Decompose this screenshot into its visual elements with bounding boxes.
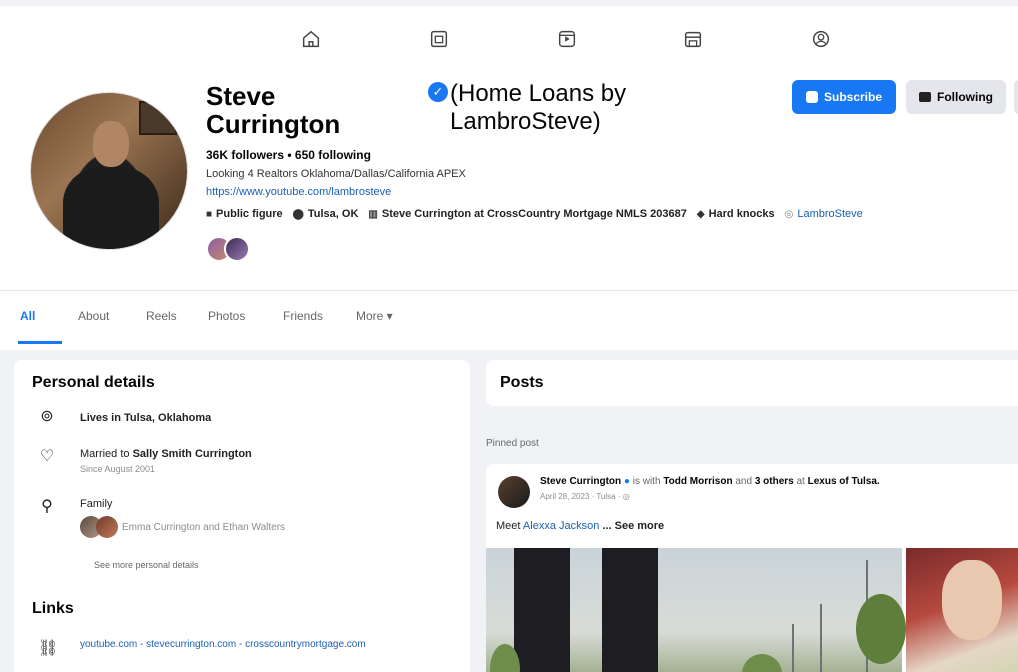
following-icon: [919, 92, 931, 102]
meta-location-text: Tulsa, OK: [307, 208, 359, 220]
location-pin-icon: ⬤: [292, 208, 304, 220]
meta-instagram[interactable]: ◎ LambroSteve: [785, 208, 863, 220]
meta-category-text: Public figure: [216, 208, 283, 220]
meta-work-text: Steve Currington at CrossCountry Mortgag…: [381, 208, 687, 220]
family-avatar-2[interactable]: [96, 516, 118, 538]
subscribe-label: Subscribe: [823, 90, 883, 104]
posts-title: Posts: [500, 374, 544, 391]
post-author-avatar[interactable]: [498, 476, 530, 508]
graduation-cap-icon: ◆: [696, 208, 705, 220]
post-others-link[interactable]: 3 others: [755, 476, 794, 487]
posts-header-card: Posts: [486, 360, 1018, 406]
globe-icon: ◎: [622, 492, 630, 501]
avatar-head: [93, 121, 129, 167]
location-icon: ⊚: [40, 408, 54, 425]
follower-stats[interactable]: 36K followers • 650 following: [206, 148, 371, 162]
photo-person-face: [942, 560, 1002, 640]
tab-reels[interactable]: Reels: [146, 309, 177, 323]
family-label: Family: [80, 498, 113, 510]
post-body-text: Meet Alexxa Jackson ... See more: [496, 520, 664, 532]
top-navigation-bar: [0, 0, 1018, 62]
subscribe-icon: [805, 91, 818, 103]
marketplace-icon[interactable]: [678, 24, 708, 54]
photo-lamp-pole-2: [820, 604, 822, 672]
post-text-prefix: Meet: [496, 520, 521, 532]
pinned-post-card: Steve Currington ● is with Todd Morrison…: [486, 464, 1018, 672]
avatar-background-frame: [139, 101, 177, 135]
post-mention-link[interactable]: Alexxa Jackson: [523, 520, 599, 532]
personal-details-title: Personal details: [32, 374, 155, 391]
meta-school-text: Hard knocks: [708, 208, 775, 220]
profile-website-link[interactable]: https://www.youtube.com/lambrosteve: [206, 186, 391, 198]
video-icon[interactable]: [552, 24, 582, 54]
post-date[interactable]: April 28, 2023 · Tulsa · ◎: [540, 492, 630, 501]
meta-school: ◆ Hard knocks: [697, 208, 775, 220]
instagram-icon: ◎: [784, 208, 794, 220]
links-list[interactable]: youtube.com - stevecurrington.com - cros…: [80, 638, 380, 652]
lives-in-text: Lives in Tulsa, Oklahoma: [80, 412, 212, 424]
following-label: Following: [937, 90, 993, 104]
family-icon: ⚲: [41, 498, 53, 515]
meta-location: ⬤ Tulsa, OK: [293, 208, 359, 220]
more-options-button[interactable]: [1014, 80, 1018, 114]
link-icon: ⛓: [38, 640, 59, 657]
tab-photos[interactable]: Photos: [208, 309, 245, 323]
meta-work: ▥ Steve Currington at CrossCountry Mortga…: [368, 208, 686, 220]
profile-bio: Looking 4 Realtors Oklahoma/Dallas/Calif…: [206, 168, 466, 180]
mutual-friends-avatars[interactable]: [206, 236, 250, 262]
post-place-link[interactable]: Lexus of Tulsa.: [808, 476, 880, 487]
photo-lamp-pole-3: [792, 624, 794, 672]
post-at-text: at: [796, 476, 805, 487]
groups-icon[interactable]: [806, 24, 836, 54]
profile-tabs: All About Reels Photos Friends More ▾: [0, 290, 1018, 346]
profile-name-extra: (Home Loans by LambroSteve): [450, 80, 627, 135]
links-title: Links: [32, 600, 74, 617]
briefcase-icon: ■: [206, 208, 213, 220]
building-icon: ▥: [368, 208, 378, 220]
verified-badge-icon: ✓: [428, 82, 448, 102]
post-header-line: Steve Currington ● is with Todd Morrison…: [540, 476, 880, 487]
married-text: Married to Sally Smith Currington: [80, 448, 252, 460]
pinned-post-label: Pinned post: [486, 438, 539, 449]
tab-about[interactable]: About: [78, 309, 109, 323]
married-prefix: Married to: [80, 448, 130, 460]
post-with-text: is with: [632, 476, 661, 487]
mutual-avatar-2: [224, 236, 250, 262]
photo-tree-1: [856, 594, 906, 664]
photo-pillar-left: [514, 548, 570, 672]
meta-instagram-text: LambroSteve: [797, 208, 863, 220]
profile-avatar[interactable]: [30, 92, 188, 250]
post-verified-icon: ●: [623, 476, 630, 487]
intro-card: Personal details ⊚ Lives in Tulsa, Oklah…: [14, 360, 470, 672]
tab-all[interactable]: All: [20, 309, 35, 323]
home-icon[interactable]: [296, 24, 326, 54]
post-see-more[interactable]: ... See more: [602, 520, 664, 532]
profile-meta-row: ■ Public figure ⬤ Tulsa, OK ▥ Steve Curring…: [206, 208, 863, 220]
meta-category: ■ Public figure: [206, 208, 283, 220]
following-button[interactable]: Following: [906, 80, 1006, 114]
profile-name: Steve Currington: [206, 81, 341, 139]
tab-friends[interactable]: Friends: [283, 309, 323, 323]
post-and-text: and: [735, 476, 753, 487]
tab-more[interactable]: More ▾: [356, 309, 393, 323]
post-author-name[interactable]: Steve Currington: [540, 476, 621, 487]
spouse-link[interactable]: Sally Smith Currington: [133, 448, 252, 460]
post-tagged-person[interactable]: Todd Morrison: [663, 476, 732, 487]
family-members[interactable]: Emma Currington and Ethan Walters: [122, 522, 285, 533]
post-date-text: April 28, 2023 · Tulsa ·: [540, 492, 623, 501]
photo-pillar-right: [602, 548, 658, 672]
pages-icon[interactable]: [424, 24, 454, 54]
active-tab-indicator: [18, 341, 62, 344]
married-since: Since August 2001: [80, 464, 156, 474]
see-more-personal-details-link[interactable]: See more personal details: [94, 560, 199, 570]
subscribe-button[interactable]: Subscribe: [792, 80, 896, 114]
relationship-icon: ♡: [39, 448, 55, 465]
avatar-body: [63, 167, 159, 249]
